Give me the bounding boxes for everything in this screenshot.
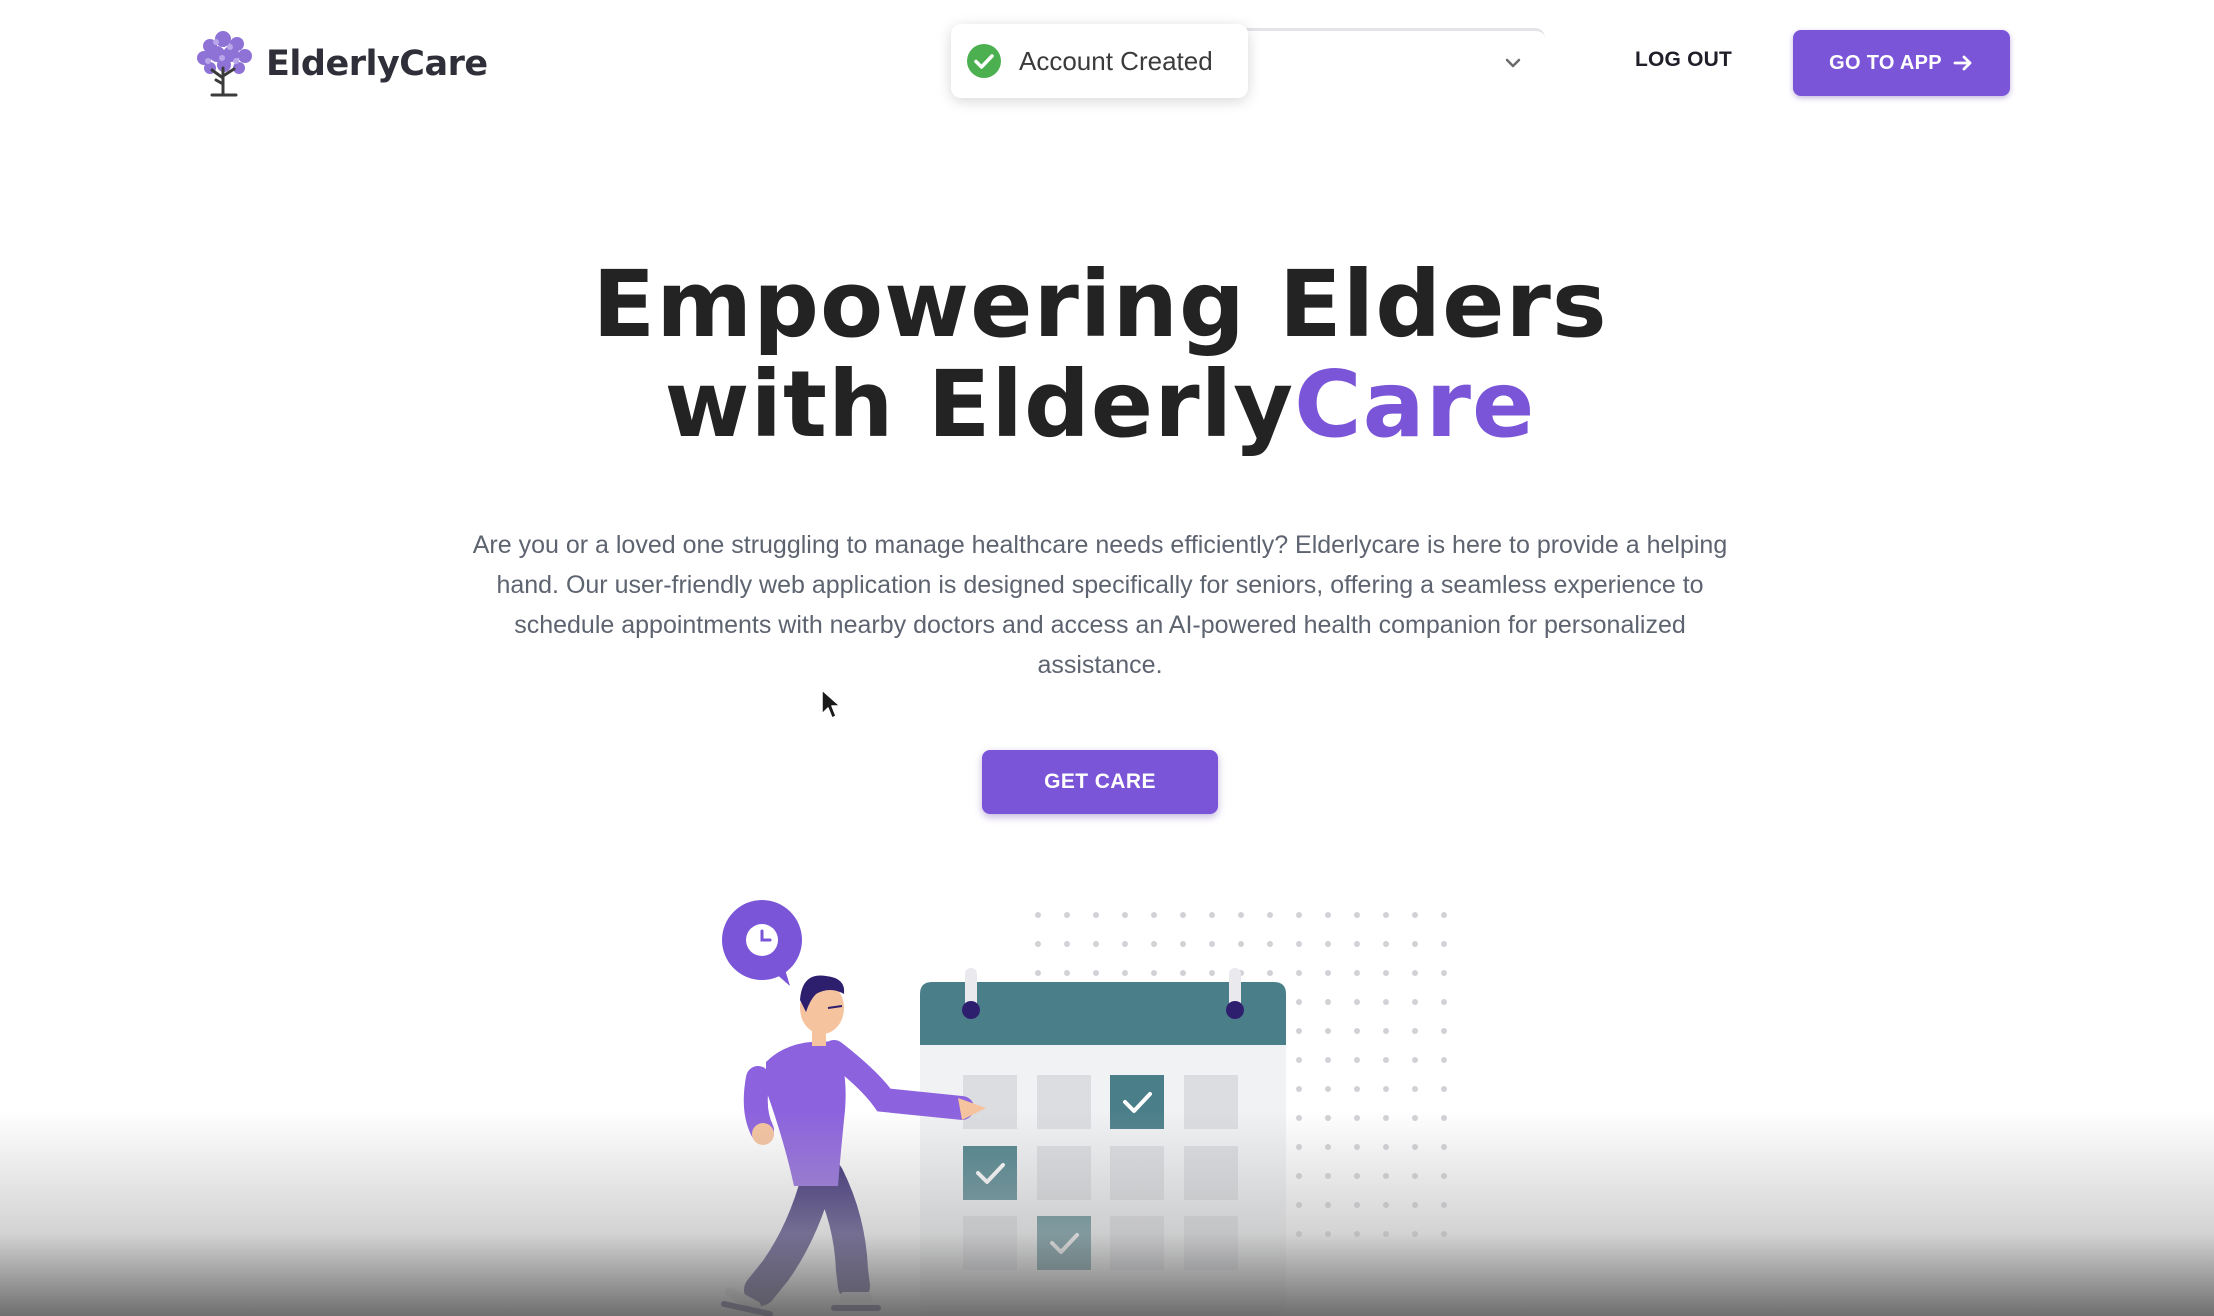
go-to-app-label: GO TO APP [1829, 51, 1942, 74]
check-circle-icon [967, 44, 1001, 78]
toast-message: Account Created [1019, 45, 1213, 76]
checked-day-icon [1110, 1075, 1164, 1129]
scheduling-illustration [721, 900, 1447, 1316]
hero-title-line1: Empowering Elders [592, 251, 1608, 358]
get-care-button[interactable]: GET CARE [982, 750, 1218, 814]
clock-icon [722, 900, 802, 986]
logout-link[interactable]: LOG OUT [1635, 48, 1732, 72]
chevron-down-icon [1505, 58, 1521, 68]
checked-day-icon [963, 1146, 1017, 1200]
checked-day-icon [1037, 1216, 1091, 1270]
hero-title-line2: with ElderlyCare [0, 355, 2200, 455]
account-created-toast: Account Created [951, 24, 1248, 98]
brand-logo[interactable]: ElderlyCare [190, 28, 488, 100]
brand-name: ElderlyCare [266, 44, 488, 84]
hero-title-accent: Care [1294, 351, 1536, 458]
landing-page: ElderlyCare Account Created LOG OUT GO T… [0, 0, 2214, 1316]
arrow-right-icon [1953, 55, 1972, 71]
go-to-app-button[interactable]: GO TO APP [1793, 30, 2010, 96]
mouse-cursor-icon [821, 689, 841, 719]
tree-logo-icon [197, 31, 252, 97]
hero-title: Empowering Elders with ElderlyCare [0, 255, 2200, 455]
hero-description: Are you or a loved one struggling to man… [472, 531, 1728, 679]
hero-title-line2-prefix: with Elderly [664, 351, 1295, 458]
calendar-graphic [920, 968, 1286, 1316]
